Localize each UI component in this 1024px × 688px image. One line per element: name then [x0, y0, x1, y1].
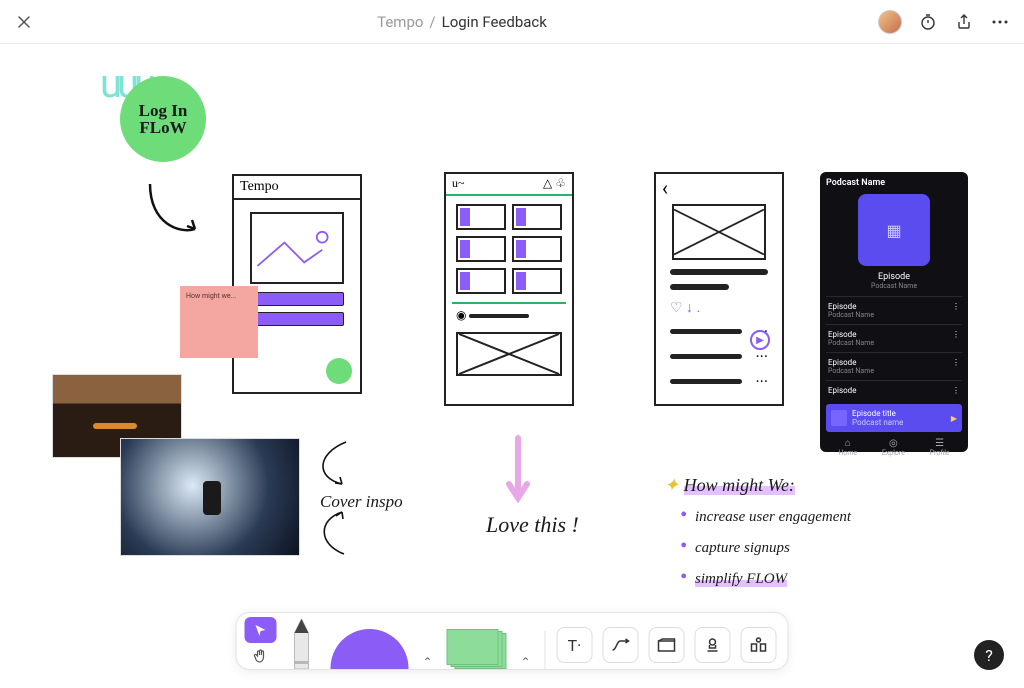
wireframe-title: Tempo	[234, 176, 360, 200]
list-item: EpisodePodcast Name⋮	[826, 352, 962, 380]
cell-placeholder	[456, 268, 506, 294]
play-icon: ▶	[750, 330, 770, 350]
list-item: EpisodePodcast Name⋮	[826, 324, 962, 352]
hmw-item: simplify FLOW	[680, 562, 851, 593]
hmw-item: capture signups	[680, 531, 851, 562]
breadcrumb-current[interactable]: Login Feedback	[442, 13, 547, 31]
field-placeholder	[250, 292, 344, 306]
handwriting-love-this[interactable]: Love this !	[486, 512, 579, 538]
cell-placeholder	[512, 204, 562, 230]
toolbar: ⌃ ⌃ T·	[236, 612, 789, 670]
shape-options-button[interactable]: ⌃	[417, 655, 439, 669]
help-button[interactable]: ?	[974, 640, 1004, 670]
hero-placeholder	[250, 212, 344, 284]
shape-tool[interactable]	[327, 629, 413, 669]
breadcrumb-sep: /	[429, 13, 435, 31]
wireframe-grid[interactable]: u~△ ♧ ◉	[444, 172, 574, 406]
cell-placeholder	[512, 268, 562, 294]
header: Tempo / Login Feedback	[0, 0, 1024, 44]
handwriting-cover-inspo[interactable]: Cover inspo	[320, 492, 403, 512]
fab-placeholder	[326, 358, 352, 384]
list-item: EpisodePodcast Name⋮	[826, 296, 962, 324]
list-item: Episode⋮	[826, 380, 962, 400]
sticky-tool[interactable]	[443, 629, 511, 669]
image-placeholder	[456, 332, 562, 376]
breadcrumb-parent[interactable]: Tempo	[377, 13, 423, 31]
hmw-item: increase user engagement	[680, 500, 851, 531]
reactions: ♡ ↓ .	[656, 299, 782, 316]
more-icon[interactable]	[990, 12, 1010, 32]
mock-header: Podcast Name	[826, 178, 962, 188]
topbar-placeholder: u~△ ♧	[446, 174, 572, 196]
cell-placeholder	[512, 236, 562, 262]
arrow-sketch	[140, 174, 210, 254]
connector-tool-button[interactable]	[603, 627, 639, 663]
now-playing: Episode titlePodcast name ▶	[826, 404, 962, 432]
frame-tool-button[interactable]	[649, 627, 685, 663]
select-mode-button[interactable]	[245, 617, 277, 643]
pan-mode-button[interactable]	[245, 643, 277, 669]
avatar[interactable]	[878, 10, 902, 34]
close-button[interactable]	[14, 12, 34, 32]
text-tool-button[interactable]: T·	[557, 627, 593, 663]
handwriting-hmw[interactable]: ✦ How might We: increase user engagement…	[664, 472, 851, 593]
tab-bar: ⌂Home ◎Explore ☰Profile	[826, 438, 962, 457]
wireframe-login[interactable]: Tempo	[232, 174, 362, 394]
timer-icon[interactable]	[918, 12, 938, 32]
cover-art: ▦	[858, 194, 930, 266]
breadcrumb[interactable]: Tempo / Login Feedback	[46, 13, 878, 31]
share-icon[interactable]	[954, 12, 974, 32]
cover-placeholder	[672, 204, 766, 260]
canvas[interactable]: uuu Log In FLoW Tempo u~△ ♧ ◉ ‹ ▶ ♡ ↓ .	[0, 44, 1024, 688]
field-placeholder	[250, 312, 344, 326]
mock-subtitle: Podcast Name	[826, 282, 962, 290]
mock-episode: Episode	[826, 272, 962, 282]
wireframe-detail[interactable]: ‹ ▶ ♡ ↓ . ··· ··· ···	[654, 172, 784, 406]
hifi-mockup[interactable]: Podcast Name ▦ Episode Podcast Name Epis…	[820, 172, 968, 452]
back-icon: ‹	[656, 174, 782, 202]
cell-placeholder	[456, 204, 506, 230]
sticky-options-button[interactable]: ⌃	[515, 655, 537, 669]
inspo-photo-2[interactable]	[120, 438, 300, 556]
pencil-tool[interactable]	[281, 619, 323, 669]
arrow-pink	[503, 434, 533, 508]
login-flow-badge[interactable]: Log In FLoW	[120, 76, 206, 162]
sticky-note[interactable]: How might we...	[180, 286, 258, 358]
more-tools-button[interactable]	[741, 627, 777, 663]
cell-placeholder	[456, 236, 506, 262]
stamp-tool-button[interactable]	[695, 627, 731, 663]
